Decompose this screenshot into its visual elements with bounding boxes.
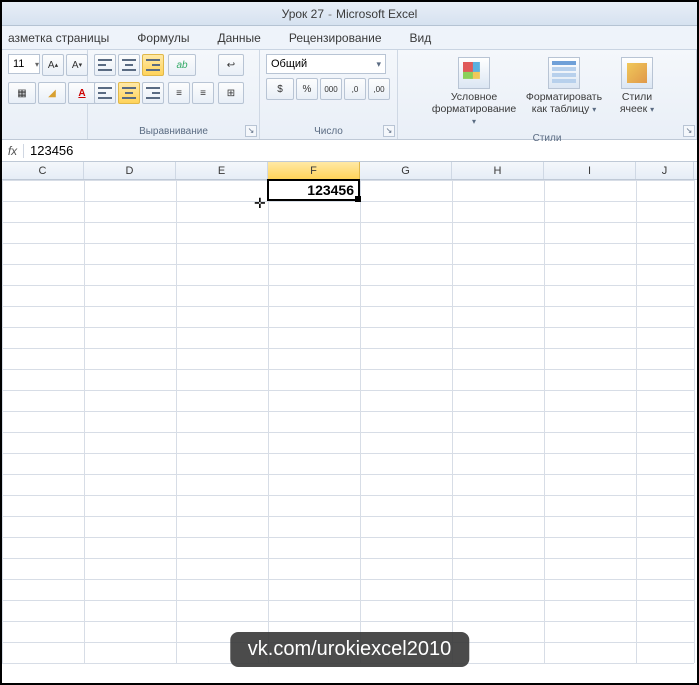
orientation-icon: ab [176, 60, 187, 71]
font-color-icon: A [78, 88, 85, 99]
indent-decrease-button[interactable]: ≡ [168, 82, 190, 104]
percent-button[interactable]: % [296, 78, 318, 100]
number-launcher[interactable]: ↘ [383, 125, 395, 137]
comma-button[interactable]: 000 [320, 78, 342, 100]
conditional-formatting-button[interactable]: Условное форматирование ▾ [431, 54, 517, 131]
app-name: Microsoft Excel [336, 7, 417, 21]
menubar: азметка страницы Формулы Данные Рецензир… [2, 26, 697, 50]
indent-left-icon: ≡ [176, 88, 182, 99]
menu-view[interactable]: Вид [410, 31, 432, 45]
column-header-C[interactable]: C [2, 162, 84, 179]
font-launcher[interactable]: ↘ [683, 125, 695, 137]
alignment-launcher[interactable]: ↘ [245, 125, 257, 137]
align-bottom-button[interactable] [142, 54, 164, 76]
shrink-font-button[interactable]: A▾ [66, 54, 88, 76]
align-center-button[interactable] [118, 82, 140, 104]
align-right-button[interactable] [142, 82, 164, 104]
conditional-formatting-icon [458, 57, 490, 89]
align-center-icon [122, 87, 136, 99]
column-header-D[interactable]: D [84, 162, 176, 179]
group-number: Общий ▾ $ % 000 ,0 ,00 Число ↘ [260, 50, 398, 139]
align-middle-button[interactable] [118, 54, 140, 76]
title-separator: - [328, 7, 332, 21]
merge-icon: ⊞ [227, 88, 235, 99]
border-icon: ▦ [17, 88, 26, 99]
increase-decimal-button[interactable]: ,0 [344, 78, 366, 100]
orientation-button[interactable]: ab [168, 54, 196, 76]
chevron-down-icon: ▾ [650, 105, 654, 114]
cell-styles-icon [621, 57, 653, 89]
align-middle-icon [122, 59, 136, 71]
menu-review[interactable]: Рецензирование [289, 31, 382, 45]
number-format-select[interactable]: Общий ▾ [266, 54, 386, 74]
column-header-H[interactable]: H [452, 162, 544, 179]
wrap-text-button[interactable]: ↩ [218, 54, 244, 76]
column-header-E[interactable]: E [176, 162, 268, 179]
fx-icon[interactable]: fx [2, 144, 24, 158]
align-left-icon [98, 87, 112, 99]
merge-button[interactable]: ⊞ [218, 82, 244, 104]
group-styles: Условное форматирование ▾ Форматировать … [398, 50, 697, 139]
percent-icon: % [303, 84, 312, 95]
align-left-button[interactable] [94, 82, 116, 104]
menu-data[interactable]: Данные [217, 31, 260, 45]
column-header-I[interactable]: I [544, 162, 636, 179]
ribbon: 11▾ A▴ A▾ ▦ ◢ A ↘ [2, 50, 697, 140]
indent-increase-button[interactable]: ≡ [192, 82, 214, 104]
table-icon [548, 57, 580, 89]
column-header-J[interactable]: J [636, 162, 694, 179]
align-bottom-icon [146, 59, 160, 71]
grow-font-button[interactable]: A▴ [42, 54, 64, 76]
align-top-icon [98, 59, 112, 71]
align-right-icon [146, 87, 160, 99]
chevron-down-icon: ▾ [376, 59, 381, 70]
currency-icon: $ [277, 84, 283, 95]
cells-area[interactable]: 123456✛ [2, 180, 697, 660]
group-alignment: ab ≡ ≡ ↩ ⊞ Выравнивание ↘ [88, 50, 260, 139]
indent-right-icon: ≡ [200, 88, 206, 99]
fill-color-button[interactable]: ◢ [38, 82, 66, 104]
group-font: 11▾ A▴ A▾ ▦ ◢ A ↘ [2, 50, 88, 139]
doc-name: Урок 27 [282, 7, 324, 21]
chevron-down-icon: ▾ [35, 60, 39, 69]
fill-handle[interactable] [355, 196, 361, 202]
chevron-down-icon: ▾ [472, 117, 476, 126]
border-button[interactable]: ▦ [8, 82, 36, 104]
worksheet-grid[interactable]: CDEFGHIJ 123456✛ [2, 162, 697, 660]
wrap-icon: ↩ [227, 60, 235, 71]
format-as-table-button[interactable]: Форматировать как таблицу ▾ [521, 54, 607, 119]
currency-button[interactable]: $ [266, 78, 294, 100]
alignment-label: Выравнивание [94, 124, 253, 137]
cell-styles-button[interactable]: Стили ячеек ▾ [611, 54, 663, 119]
column-headers: CDEFGHIJ [2, 162, 697, 180]
active-cell[interactable]: 123456 [267, 179, 360, 201]
column-header-F[interactable]: F [268, 162, 360, 179]
number-label: Число [266, 124, 391, 137]
font-size-input[interactable]: 11▾ [8, 54, 40, 74]
column-header-G[interactable]: G [360, 162, 452, 179]
cursor-icon: ✛ [254, 195, 266, 212]
watermark: vk.com/urokiexcel2010 [230, 632, 469, 667]
align-top-button[interactable] [94, 54, 116, 76]
comma-icon: 000 [324, 85, 337, 94]
bucket-icon: ◢ [48, 88, 56, 99]
titlebar: Урок 27 - Microsoft Excel [2, 2, 697, 26]
menu-formulas[interactable]: Формулы [137, 31, 189, 45]
menu-page-layout[interactable]: азметка страницы [8, 31, 109, 45]
styles-label: Стили [404, 131, 690, 144]
decrease-decimal-button[interactable]: ,00 [368, 78, 390, 100]
chevron-down-icon: ▾ [592, 105, 596, 114]
